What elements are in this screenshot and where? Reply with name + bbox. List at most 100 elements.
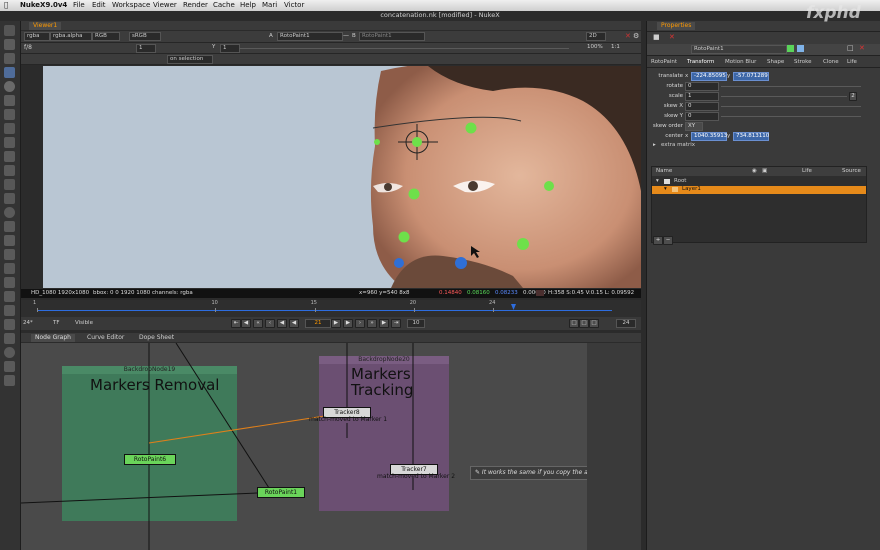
expand-icon[interactable]: ▾ [664,186,667,192]
float-panel-icon[interactable]: □ [847,44,854,52]
menu-render[interactable]: Render [183,1,208,9]
scale-expand-button[interactable]: 2 [849,92,857,101]
layer-row-root[interactable]: ▾ Root [652,178,866,186]
bounce-icon[interactable]: □ [579,319,589,328]
toolbar-merge-icon[interactable] [4,123,15,134]
toolbar-gizmo-icon[interactable] [4,277,15,288]
toolbar-script-icon[interactable] [4,305,15,316]
skew-order-select[interactable]: XY [685,122,703,131]
scale-slider[interactable] [721,96,847,97]
gamma-slider[interactable] [239,48,569,49]
apple-icon[interactable]:  [4,1,8,9]
toolbar-views-icon[interactable] [4,165,15,176]
rotate-slider[interactable] [721,86,861,87]
next-key-icon[interactable]: » [367,319,377,328]
node-rotopaint1[interactable]: RotoPaint1 [257,487,305,498]
tab-clone[interactable]: Clone [823,59,839,65]
viewer-settings-icon[interactable]: ⚙ [633,32,639,40]
toolbar-transform-icon[interactable] [4,137,15,148]
tab-properties[interactable]: Properties [657,22,696,30]
next-increment-icon[interactable]: › [355,319,365,328]
last-frame-icon[interactable]: ▶ [379,319,389,328]
toolbar-draw-icon[interactable] [4,39,15,50]
toolbar-particles-icon[interactable] [4,207,15,218]
translate-x-field[interactable]: -224.85095 [691,72,727,81]
rotate-field[interactable]: 0 [685,82,719,91]
step-forward-icon[interactable]: ⇥ [391,319,401,328]
end-frame-field[interactable]: 24 [616,319,636,328]
toolbar-metadata-icon[interactable] [4,179,15,190]
extra-matrix-toggle-icon[interactable]: ▸ [653,142,656,148]
toolbar-face-icon[interactable] [4,347,15,358]
menu-cache[interactable]: Cache [213,1,235,9]
input-b-select[interactable]: RotoPaint1 [359,32,425,41]
toolbar-furnace-icon[interactable] [4,249,15,260]
in-out-icon[interactable]: □ [589,319,599,328]
channels-select[interactable]: rgba [24,32,50,41]
visible-select[interactable]: Visible [75,320,93,326]
tab-shape[interactable]: Shape [767,59,784,65]
loop-icon[interactable]: □ [569,319,579,328]
pin-icon[interactable]: ■ [653,33,660,41]
timeline[interactable]: 1 10 15 20 24 [21,300,641,317]
play-forward-icon[interactable]: ▶ [331,319,341,328]
toolbar-image-icon[interactable] [4,25,15,36]
center-y-field[interactable]: 734.813110 [733,132,769,141]
gamma-field[interactable]: 1 [220,44,240,53]
add-layer-button[interactable]: + [653,236,663,245]
menu-viewer[interactable]: Viewer [153,1,177,9]
skew-x-field[interactable]: 0 [685,102,719,111]
format-select[interactable]: 2D [586,32,606,41]
toolbar-extra-icon[interactable] [4,375,15,386]
tab-node-graph[interactable]: Node Graph [31,334,75,342]
toolbar-other-icon[interactable] [4,235,15,246]
node-rotopaint6[interactable]: RotoPaint6 [124,454,176,465]
menu-help[interactable]: Help [240,1,256,9]
toolbar-plugin-icon[interactable] [4,291,15,302]
ratio-select[interactable]: 1:1 [611,44,620,50]
zoom-select[interactable]: 100% [587,44,603,50]
prev-increment-icon[interactable]: ‹ [265,319,275,328]
layer-select[interactable]: rgba.alpha [50,32,92,41]
play-backward-icon[interactable]: ◀ [289,319,299,328]
toolbar-3d-icon[interactable] [4,151,15,162]
viewer-image[interactable] [43,66,641,288]
toolbar-color-icon[interactable] [4,81,15,92]
toolbar-vc-icon[interactable] [4,361,15,372]
menu-mari[interactable]: Mari [262,1,277,9]
overlay-mode-select[interactable]: on selection [167,55,213,64]
toolbar-toolsets-icon[interactable] [4,193,15,204]
layer-row-layer1[interactable]: ▾ Layer1 [652,186,866,194]
toolbar-channel-icon[interactable] [4,67,15,78]
toolbar-ofx-icon[interactable] [4,263,15,274]
toolbar-layout-icon[interactable] [4,319,15,330]
tab-dope-sheet[interactable]: Dope Sheet [135,334,178,342]
skew-y-field[interactable]: 0 [685,112,719,121]
prev-key-icon[interactable]: « [253,319,263,328]
colorspace-select[interactable]: RGB [92,32,120,41]
remove-layer-button[interactable]: − [663,236,673,245]
gain-field[interactable]: 1 [136,44,156,53]
increment-field[interactable]: 10 [407,319,425,328]
node-color-icon[interactable] [787,45,794,52]
first-frame-icon[interactable]: ◀ [241,319,251,328]
proxy-icon[interactable]: ✕ [625,32,631,40]
toolbar-time-icon[interactable] [4,53,15,64]
fps-field[interactable]: 24* [23,320,33,326]
input-a-select[interactable]: RotoPaint1 [277,32,343,41]
toolbar-deep-icon[interactable] [4,221,15,232]
toolbar-filter-icon[interactable] [4,95,15,106]
node-name-field[interactable]: RotoPaint1 [691,45,787,54]
input-wipe-icon[interactable]: — [343,32,349,39]
prev-frame-icon[interactable]: ◀ [277,319,287,328]
next-frame-icon[interactable]: ▶ [343,319,353,328]
menu-edit[interactable]: Edit [92,1,106,9]
scale-field[interactable]: 1 [685,92,719,101]
menu-workspace[interactable]: Workspace [112,1,150,9]
menu-file[interactable]: File [73,1,85,9]
center-x-field[interactable]: 1040.35913 [691,132,727,141]
tab-motion-blur[interactable]: Motion Blur [725,59,756,65]
app-menu[interactable]: NukeX9.0v4 [20,1,67,9]
node-color-icon[interactable] [797,45,804,52]
skew-y-slider[interactable] [721,116,861,117]
